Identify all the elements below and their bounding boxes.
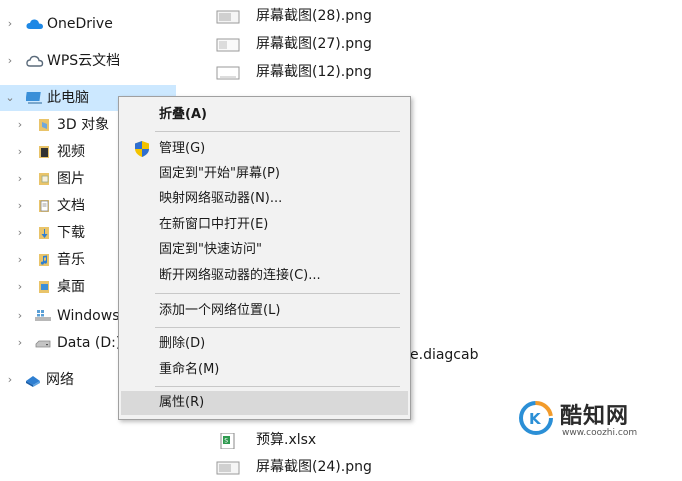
svg-text:S: S	[224, 438, 228, 445]
menu-item-label: 删除(D)	[159, 336, 206, 351]
file-name: 屏幕截图(12).png	[256, 64, 372, 80]
nav-item-label: Data (D:)	[57, 335, 122, 351]
menu-item-label: 映射网络驱动器(N)...	[159, 191, 283, 206]
nav-item-label: Windows	[57, 308, 120, 324]
nav-item-label: 3D 对象	[57, 117, 110, 133]
nav-item-label: 视频	[57, 144, 85, 160]
nav-item-label: 下载	[57, 225, 85, 241]
chevron-right-icon[interactable]: ›	[4, 17, 16, 31]
chevron-right-icon[interactable]: ›	[14, 118, 26, 132]
chevron-right-icon[interactable]: ›	[4, 373, 16, 387]
nav-item-label: OneDrive	[47, 16, 113, 32]
chevron-right-icon[interactable]: ›	[14, 336, 26, 350]
menu-item-pin-quick-access[interactable]: 固定到"快速访问"	[121, 238, 408, 262]
nav-item-wps-cloud[interactable]: › WPS云文档	[0, 48, 178, 74]
menu-item-add-network-location[interactable]: 添加一个网络位置(L)	[121, 299, 408, 323]
menu-item-label: 管理(G)	[159, 141, 206, 156]
nav-item-label: 桌面	[57, 279, 85, 295]
menu-item-label: 添加一个网络位置(L)	[159, 303, 281, 318]
music-folder-icon	[36, 252, 52, 268]
menu-item-label: 在新窗口中打开(E)	[159, 217, 269, 232]
chevron-right-icon[interactable]: ›	[14, 199, 26, 213]
png-file-icon	[216, 9, 240, 25]
menu-separator	[155, 386, 400, 387]
documents-folder-icon	[36, 198, 52, 214]
watermark-logo-icon: K	[518, 400, 554, 436]
watermark-title: 酷知网	[560, 404, 630, 429]
nav-item-label: 网络	[46, 372, 74, 388]
menu-item-collapse[interactable]: 折叠(A)	[121, 103, 408, 127]
windows-drive-icon	[34, 308, 51, 324]
nav-item-label: 文档	[57, 198, 85, 214]
menu-item-pin-to-start[interactable]: 固定到"开始"屏幕(P)	[121, 162, 408, 186]
menu-item-properties[interactable]: 属性(R)	[121, 391, 408, 415]
chevron-right-icon[interactable]: ›	[14, 280, 26, 294]
network-icon	[24, 372, 40, 388]
menu-item-manage[interactable]: 管理(G)	[121, 137, 408, 161]
menu-item-rename[interactable]: 重命名(M)	[121, 358, 408, 382]
downloads-folder-icon	[36, 225, 52, 241]
nav-item-label: 音乐	[57, 252, 85, 268]
menu-item-label: 属性(R)	[159, 395, 205, 410]
chevron-down-icon[interactable]: ⌄	[4, 91, 16, 105]
menu-item-open-new-window[interactable]: 在新窗口中打开(E)	[121, 213, 408, 237]
png-file-icon	[216, 37, 240, 53]
menu-separator	[155, 131, 400, 132]
chevron-right-icon[interactable]: ›	[14, 226, 26, 240]
nav-item-onedrive[interactable]: › OneDrive	[0, 11, 178, 37]
chevron-right-icon[interactable]: ›	[14, 309, 26, 323]
chevron-right-icon[interactable]: ›	[14, 145, 26, 159]
menu-separator	[155, 293, 400, 294]
watermark: K 酷知网 www.coozhi.com	[518, 398, 668, 444]
nav-item-label: 图片	[57, 171, 85, 187]
menu-separator	[155, 327, 400, 328]
file-name: 屏幕截图(24).png	[256, 459, 372, 475]
context-menu: 折叠(A) 管理(G) 固定到"开始"屏幕(P) 映射网络驱动器(N)... 在…	[118, 96, 411, 420]
cloud-outline-icon	[26, 53, 44, 69]
pictures-folder-icon	[36, 171, 52, 187]
chevron-right-icon[interactable]: ›	[14, 172, 26, 186]
file-name: 预算.xlsx	[256, 432, 317, 448]
file-name: 屏幕截图(28).png	[256, 8, 372, 24]
svg-text:K: K	[529, 410, 542, 428]
menu-item-disconnect-network-drive[interactable]: 断开网络驱动器的连接(C)...	[121, 264, 408, 288]
cloud-icon	[26, 16, 43, 32]
png-file-icon	[216, 460, 240, 476]
file-name-partial: e.diagcab	[410, 347, 479, 363]
video-folder-icon	[36, 144, 52, 160]
desktop-folder-icon	[36, 279, 52, 295]
shield-icon	[133, 140, 151, 158]
3d-objects-icon	[36, 117, 52, 133]
menu-item-label: 固定到"快速访问"	[159, 242, 262, 257]
nav-item-label: 此电脑	[47, 90, 89, 106]
drive-icon	[34, 335, 51, 351]
menu-item-label: 固定到"开始"屏幕(P)	[159, 166, 280, 181]
menu-item-label: 断开网络驱动器的连接(C)...	[159, 268, 321, 283]
menu-item-map-network-drive[interactable]: 映射网络驱动器(N)...	[121, 187, 408, 211]
chevron-right-icon[interactable]: ›	[4, 54, 16, 68]
file-name: 屏幕截图(27).png	[256, 36, 372, 52]
menu-item-label: 重命名(M)	[159, 362, 220, 377]
png-file-icon	[216, 65, 240, 81]
xlsx-file-icon: S	[216, 432, 240, 450]
nav-item-label: WPS云文档	[47, 53, 121, 69]
computer-icon	[25, 90, 42, 106]
menu-item-label: 折叠(A)	[159, 107, 207, 122]
menu-item-delete[interactable]: 删除(D)	[121, 332, 408, 356]
watermark-url: www.coozhi.com	[562, 428, 638, 438]
chevron-right-icon[interactable]: ›	[14, 253, 26, 267]
